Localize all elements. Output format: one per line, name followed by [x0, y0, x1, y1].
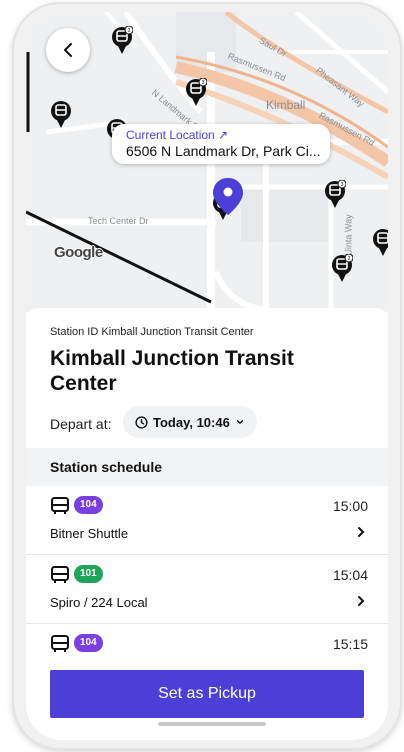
map-view[interactable]: Kimball Rasmussen Rd Rasmussen Rd Pheasa…: [26, 12, 388, 312]
station-id-text: Station ID Kimball Junction Transit Cent…: [50, 326, 254, 338]
schedule-row[interactable]: 104 15:00 Bitner Shuttle: [26, 486, 388, 555]
station-title: Kimball Junction Transit Center: [50, 347, 294, 395]
bus-stop-count: 3: [341, 182, 344, 188]
home-indicator[interactable]: [158, 722, 266, 726]
google-logo: Google: [54, 244, 103, 261]
schedule-header: Station schedule: [26, 448, 388, 486]
chevron-down-icon: [236, 420, 244, 425]
current-location-address: 6506 N Landmark Dr, Park Ci...: [126, 143, 321, 159]
departure-time: 15:00: [332, 498, 368, 514]
bus-icon: [51, 497, 69, 514]
route-badge: 104: [74, 496, 103, 514]
route-badge: 104: [74, 634, 103, 652]
bus-stop-marker[interactable]: 2: [331, 254, 353, 284]
map-label-uinta-way: Uinta Way: [343, 214, 354, 256]
schedule-title: Station schedule: [50, 459, 163, 475]
departure-time: 15:15: [332, 636, 368, 652]
current-location-callout[interactable]: Current Location ↗ 6506 N Landmark Dr, P…: [112, 124, 330, 164]
bus-stop-marker[interactable]: [50, 100, 72, 130]
bus-icon: [51, 635, 69, 652]
route-badge: 101: [74, 565, 103, 583]
chevron-left-icon: [64, 43, 72, 57]
depart-time-value: Today, 10:46: [153, 414, 230, 430]
chevron-right-icon: [358, 596, 365, 606]
bus-stop-count: 3: [128, 28, 131, 34]
route-name: Spiro / 224 Local: [50, 595, 148, 610]
bus-stop-marker[interactable]: [372, 228, 388, 258]
bus-stop-count: 3: [202, 80, 205, 86]
bus-icon: [51, 566, 69, 583]
current-location-label: Current Location ↗: [126, 128, 229, 142]
back-button[interactable]: [46, 28, 90, 72]
map-label-tech-center-dr: Tech Center Dr: [88, 216, 149, 226]
map-label-kimball: Kimball: [266, 98, 306, 112]
schedule-row[interactable]: 101 15:04 Spiro / 224 Local: [26, 555, 388, 624]
bus-stop-marker[interactable]: 3: [111, 26, 133, 56]
bus-stop-count: 2: [348, 256, 351, 262]
departure-time: 15:04: [332, 567, 368, 583]
location-pin-icon: [213, 178, 243, 215]
depart-at-label: Depart at:: [50, 416, 112, 432]
app-screen: Kimball Rasmussen Rd Rasmussen Rd Pheasa…: [26, 12, 388, 740]
chevron-right-icon: [358, 527, 365, 537]
bus-stop-marker[interactable]: 3: [324, 180, 346, 210]
phone-frame: Kimball Rasmussen Rd Rasmussen Rd Pheasa…: [14, 4, 400, 748]
bus-stop-marker[interactable]: 3: [185, 78, 207, 108]
clock-icon: [135, 415, 148, 429]
route-name: Bitner Shuttle: [50, 526, 129, 541]
set-as-pickup-button[interactable]: Set as Pickup: [50, 670, 364, 718]
list-fade: [26, 652, 388, 668]
depart-time-selector[interactable]: Today, 10:46: [123, 406, 257, 438]
